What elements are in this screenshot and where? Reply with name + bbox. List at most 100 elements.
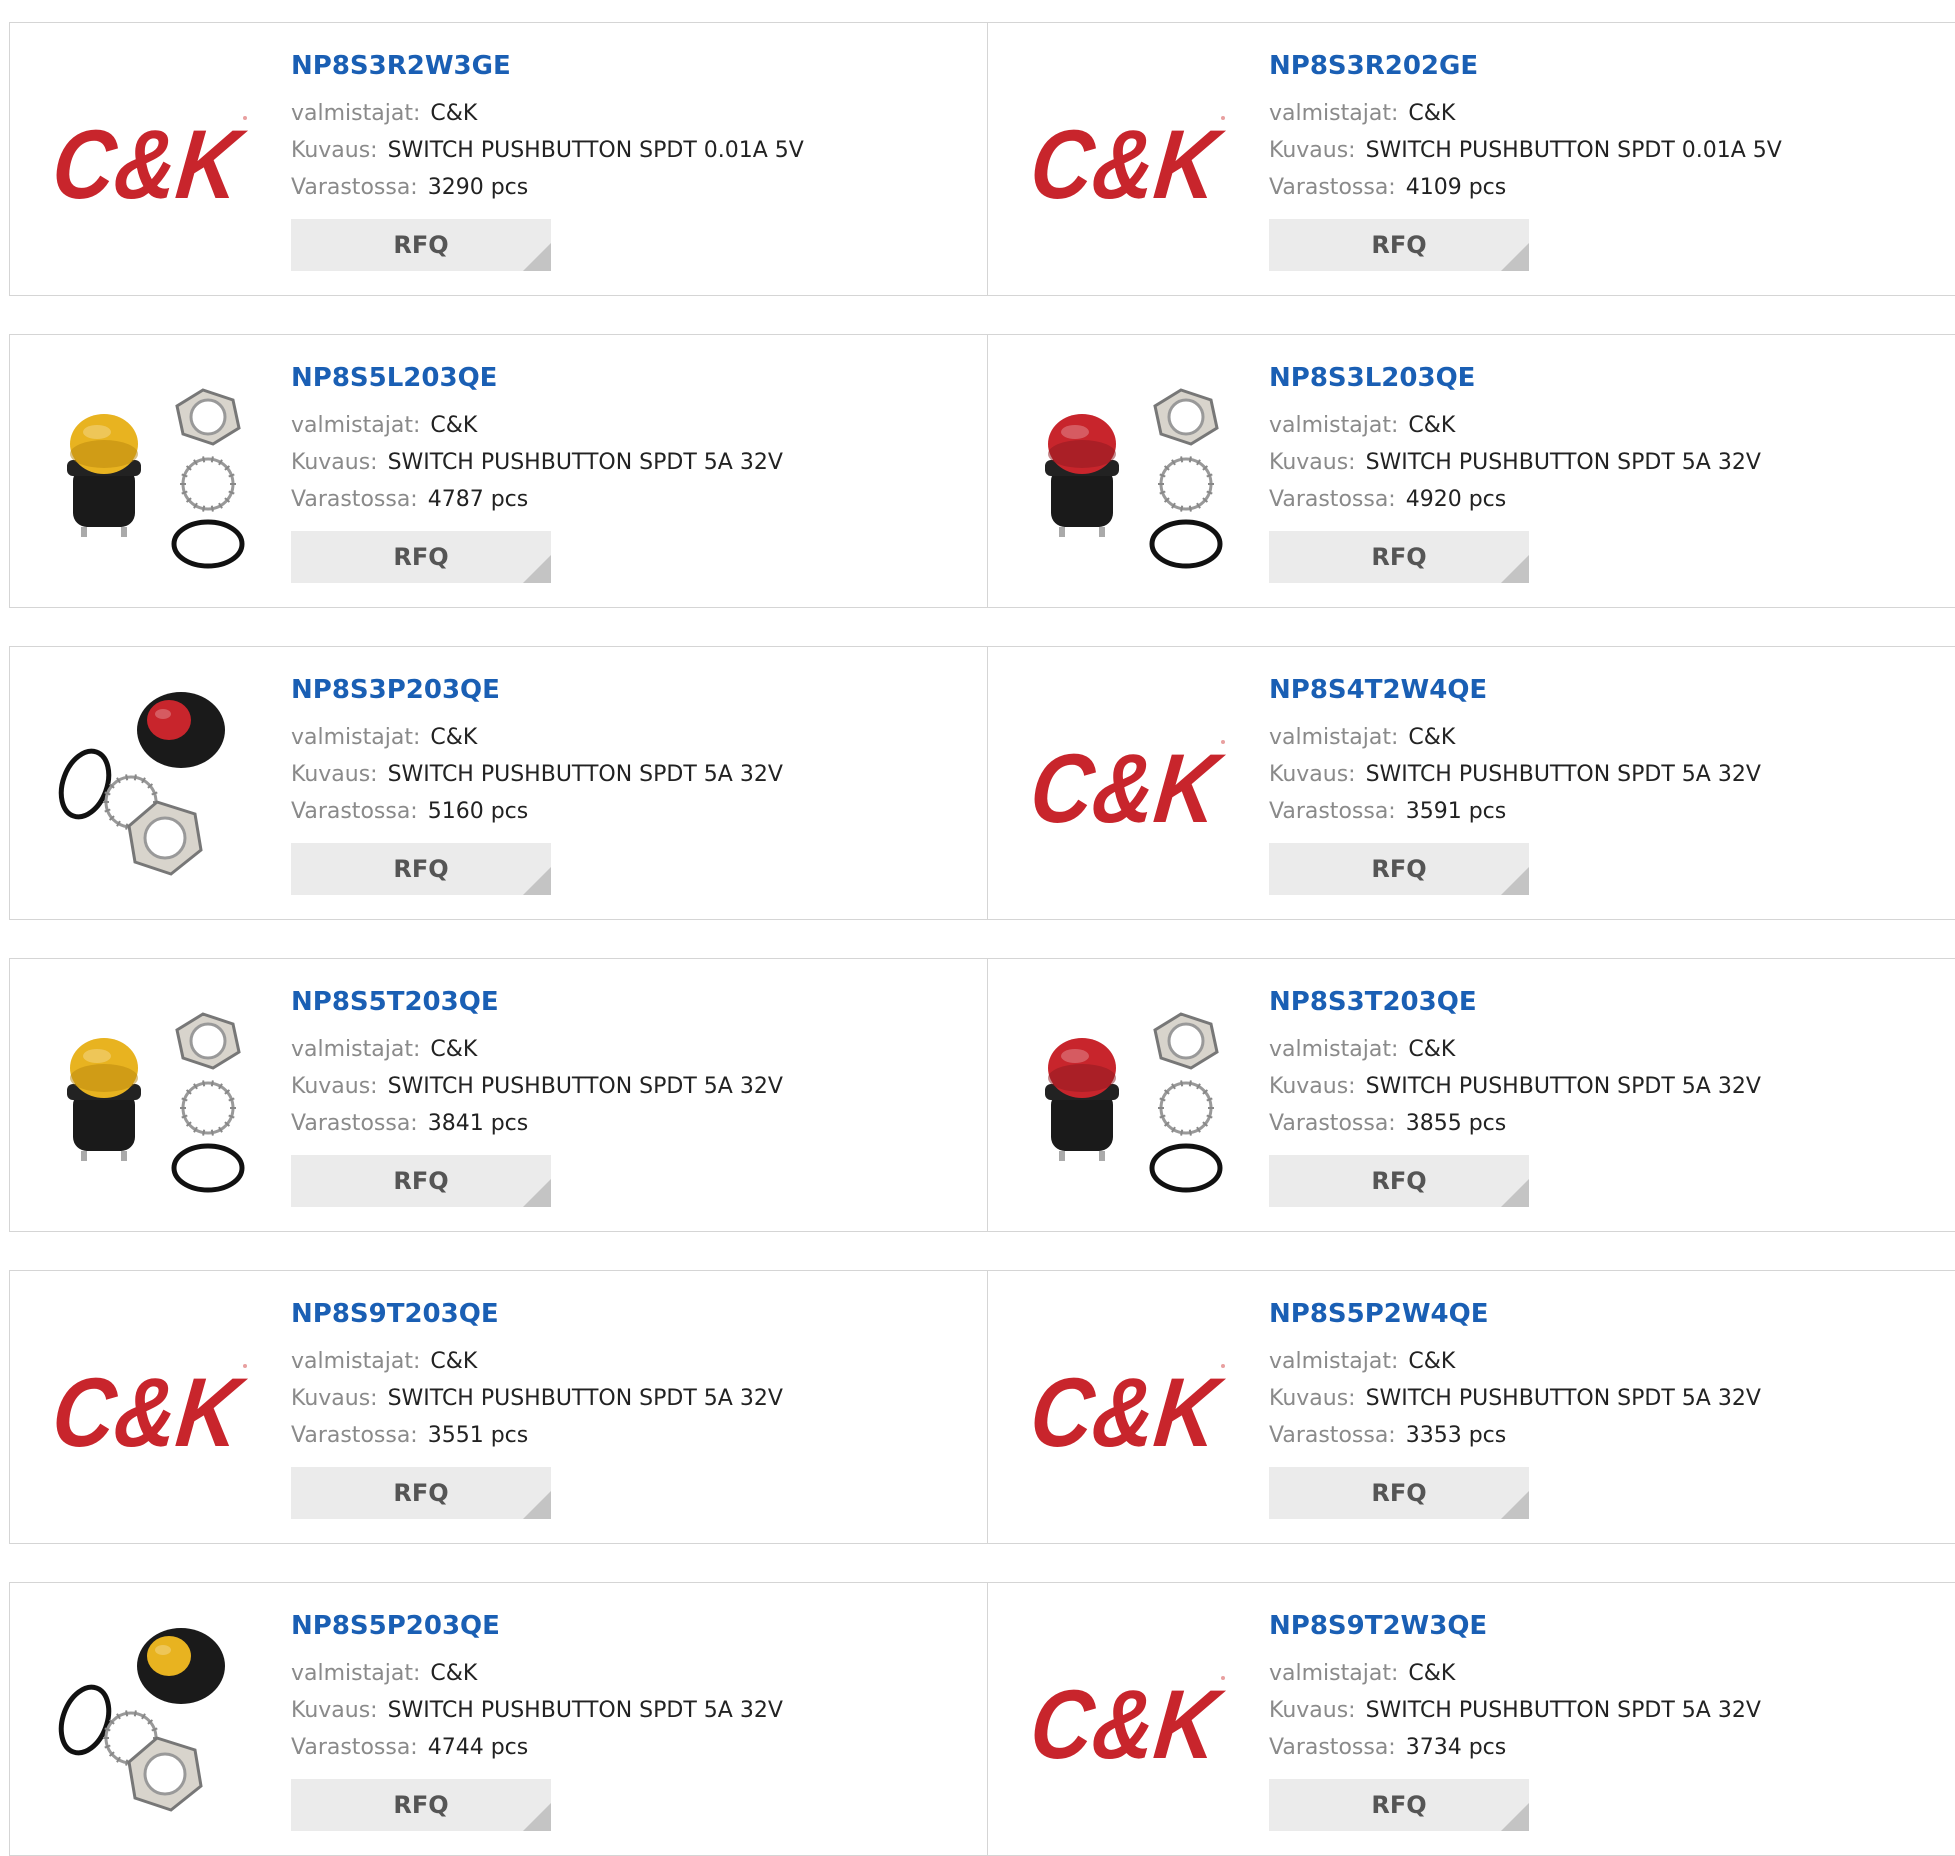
manufacturer-line: valmistajat: C&K	[1269, 407, 1761, 444]
pushbutton-switch-icon	[67, 1012, 245, 1193]
part-number-link[interactable]: NP8S4T2W4QE	[1269, 677, 1761, 703]
part-number-link[interactable]: NP8S3R2W3GE	[291, 53, 804, 79]
description-label: Kuvaus:	[291, 1698, 378, 1723]
manufacturer-value: C&K	[1408, 725, 1456, 750]
description-line: Kuvaus: SWITCH PUSHBUTTON SPDT 5A 32V	[291, 1068, 783, 1105]
product-image[interactable]: C&K	[48, 1303, 258, 1513]
stock-line: Varastossa: 4109 pcs	[1269, 169, 1782, 206]
rfq-button[interactable]: RFQ	[1269, 531, 1529, 583]
rfq-button[interactable]: RFQ	[1269, 219, 1529, 271]
rfq-button[interactable]: RFQ	[1269, 843, 1529, 895]
manufacturer-line: valmistajat: C&K	[291, 1655, 783, 1692]
product-info: NP8S3R202GE valmistajat: C&K Kuvaus: SWITCH …	[1269, 53, 1782, 271]
manufacturer-label: valmistajat:	[1269, 725, 1399, 750]
rfq-button[interactable]: RFQ	[1269, 1779, 1529, 1831]
rfq-button[interactable]: RFQ	[291, 1155, 551, 1207]
stock-line: Varastossa: 3551 pcs	[291, 1417, 783, 1454]
stock-value: 5160 pcs	[427, 799, 529, 824]
product-image[interactable]	[1026, 367, 1236, 577]
product-image[interactable]	[48, 679, 258, 889]
product-image[interactable]: C&K	[1026, 55, 1236, 265]
rfq-button[interactable]: RFQ	[1269, 1155, 1529, 1207]
product-info: NP8S4T2W4QE valmistajat: C&K Kuvaus: SWITCH …	[1269, 677, 1761, 895]
stock-value: 4109 pcs	[1405, 175, 1507, 200]
pushbutton-switch-icon	[67, 388, 245, 569]
rfq-button[interactable]: RFQ	[291, 531, 551, 583]
manufacturer-line: valmistajat: C&K	[1269, 1655, 1761, 1692]
corner-triangle-icon	[1501, 555, 1529, 583]
corner-triangle-icon	[1501, 243, 1529, 271]
manufacturer-value: C&K	[1408, 101, 1456, 126]
rfq-button[interactable]: RFQ	[291, 1467, 551, 1519]
description-value: SWITCH PUSHBUTTON SPDT 5A 32V	[1365, 1074, 1761, 1099]
part-number-link[interactable]: NP8S5P2W4QE	[1269, 1301, 1761, 1327]
ck-logo-icon: C&K	[1033, 1670, 1228, 1770]
part-number-link[interactable]: NP8S5T203QE	[291, 989, 783, 1015]
corner-triangle-icon	[523, 867, 551, 895]
part-number-link[interactable]: NP8S3P203QE	[291, 677, 783, 703]
pushbutton-switch-icon	[58, 692, 225, 876]
rfq-button[interactable]: RFQ	[291, 1779, 551, 1831]
part-number-link[interactable]: NP8S3L203QE	[1269, 365, 1761, 391]
rfq-label: RFQ	[1371, 1167, 1427, 1195]
part-number-link[interactable]: NP8S3R202GE	[1269, 53, 1782, 79]
product-image[interactable]	[48, 991, 258, 1201]
stock-line: Varastossa: 4744 pcs	[291, 1729, 783, 1766]
description-line: Kuvaus: SWITCH PUSHBUTTON SPDT 5A 32V	[291, 756, 783, 793]
rfq-label: RFQ	[393, 1791, 449, 1819]
product-image[interactable]: C&K	[1026, 679, 1236, 889]
part-number-link[interactable]: NP8S9T2W3QE	[1269, 1613, 1761, 1639]
part-number-link[interactable]: NP8S3T203QE	[1269, 989, 1761, 1015]
stock-value: 3841 pcs	[427, 1111, 529, 1136]
description-label: Kuvaus:	[291, 762, 378, 787]
product-image[interactable]: C&K	[48, 55, 258, 265]
description-label: Kuvaus:	[1269, 1386, 1356, 1411]
part-number-link[interactable]: NP8S5L203QE	[291, 365, 783, 391]
stock-label: Varastossa:	[291, 175, 418, 200]
product-row: C&K NP8S3R2W3GE valmistajat: C&K Kuvaus: SWIT…	[9, 22, 1955, 296]
svg-text:C&K: C&K	[1033, 1670, 1228, 1770]
rfq-button[interactable]: RFQ	[1269, 1467, 1529, 1519]
corner-triangle-icon	[1501, 1179, 1529, 1207]
stock-value: 3551 pcs	[427, 1423, 529, 1448]
product-row: NP8S5L203QE valmistajat: C&K Kuvaus: SWITCH …	[9, 334, 1955, 608]
description-line: Kuvaus: SWITCH PUSHBUTTON SPDT 0.01A 5V	[291, 132, 804, 169]
rfq-label: RFQ	[393, 543, 449, 571]
rfq-label: RFQ	[393, 231, 449, 259]
rfq-button[interactable]: RFQ	[291, 219, 551, 271]
description-label: Kuvaus:	[291, 1074, 378, 1099]
product-row: NP8S5T203QE valmistajat: C&K Kuvaus: SWITCH …	[9, 958, 1955, 1232]
manufacturer-label: valmistajat:	[291, 1661, 421, 1686]
part-number-link[interactable]: NP8S5P203QE	[291, 1613, 783, 1639]
pushbutton-switch-icon	[58, 1628, 225, 1812]
corner-triangle-icon	[523, 1179, 551, 1207]
stock-value: 3855 pcs	[1405, 1111, 1507, 1136]
description-value: SWITCH PUSHBUTTON SPDT 5A 32V	[1365, 1386, 1761, 1411]
product-info: NP8S9T203QE valmistajat: C&K Kuvaus: SWITCH …	[291, 1301, 783, 1519]
part-number-link[interactable]: NP8S9T203QE	[291, 1301, 783, 1327]
product-image[interactable]: C&K	[1026, 1303, 1236, 1513]
stock-label: Varastossa:	[1269, 1111, 1396, 1136]
manufacturer-label: valmistajat:	[291, 725, 421, 750]
corner-triangle-icon	[1501, 867, 1529, 895]
description-value: SWITCH PUSHBUTTON SPDT 5A 32V	[387, 1074, 783, 1099]
description-value: SWITCH PUSHBUTTON SPDT 5A 32V	[387, 450, 783, 475]
product-image[interactable]	[48, 367, 258, 577]
product-card: NP8S5T203QE valmistajat: C&K Kuvaus: SWITCH …	[10, 959, 988, 1231]
rfq-button[interactable]: RFQ	[291, 843, 551, 895]
rfq-label: RFQ	[393, 855, 449, 883]
product-info: NP8S5P2W4QE valmistajat: C&K Kuvaus: SWITCH …	[1269, 1301, 1761, 1519]
manufacturer-value: C&K	[1408, 413, 1456, 438]
rfq-label: RFQ	[1371, 1479, 1427, 1507]
stock-value: 3353 pcs	[1405, 1423, 1507, 1448]
description-line: Kuvaus: SWITCH PUSHBUTTON SPDT 0.01A 5V	[1269, 132, 1782, 169]
product-image[interactable]	[1026, 991, 1236, 1201]
description-label: Kuvaus:	[1269, 762, 1356, 787]
stock-line: Varastossa: 3841 pcs	[291, 1105, 783, 1142]
product-image[interactable]: C&K	[1026, 1615, 1236, 1825]
description-value: SWITCH PUSHBUTTON SPDT 5A 32V	[387, 762, 783, 787]
product-image[interactable]	[48, 1615, 258, 1825]
manufacturer-value: C&K	[430, 413, 478, 438]
manufacturer-line: valmistajat: C&K	[291, 95, 804, 132]
product-info: NP8S3L203QE valmistajat: C&K Kuvaus: SWITCH …	[1269, 365, 1761, 583]
